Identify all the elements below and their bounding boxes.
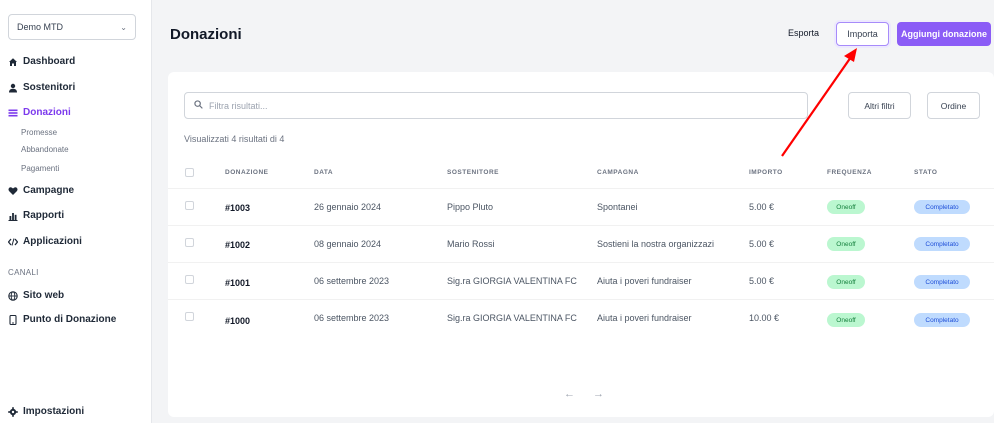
- status-badge: Completato: [914, 313, 970, 327]
- sidebar-item-label: Rapporti: [23, 210, 65, 221]
- status-badge: Completato: [914, 200, 970, 214]
- search-icon: [194, 99, 203, 112]
- next-page-button[interactable]: →: [593, 388, 604, 400]
- row-checkbox[interactable]: [185, 238, 194, 247]
- sidebar: Demo MTD ⌄ Dashboard Sostenitori Donazio…: [0, 0, 152, 423]
- prev-page-button[interactable]: ←: [564, 388, 575, 400]
- sidebar-item-label: Campagne: [23, 185, 75, 196]
- donations-card: Filtra risultati... Altri filtri Ordine …: [168, 72, 994, 417]
- status-badge: Completato: [914, 275, 970, 289]
- export-button[interactable]: Esporta: [788, 28, 819, 38]
- column-header-frequenza[interactable]: FREQUENZA: [827, 169, 872, 176]
- column-header-importo[interactable]: IMPORTO: [749, 169, 783, 176]
- sidebar-item-applicazioni[interactable]: Applicazioni: [8, 236, 82, 247]
- donation-supporter: Pippo Pluto: [447, 202, 494, 212]
- sidebar-item-rapporti[interactable]: Rapporti: [8, 210, 64, 221]
- sidebar-item-sito-web[interactable]: Sito web: [8, 290, 64, 301]
- donation-id[interactable]: #1001: [225, 278, 250, 288]
- mobile-icon: [8, 314, 18, 325]
- donation-campaign: Aiuta i poveri fundraiser: [597, 313, 692, 323]
- donation-amount: 5.00 €: [749, 276, 775, 286]
- order-button[interactable]: Ordine: [927, 92, 980, 119]
- row-checkbox[interactable]: [185, 201, 194, 210]
- donation-amount: 5.00 €: [749, 239, 775, 249]
- gear-icon: [8, 406, 18, 417]
- chevron-down-icon: ⌄: [120, 22, 127, 32]
- column-header-stato[interactable]: STATO: [914, 169, 937, 176]
- table-row[interactable]: #1000 06 settembre 2023 Sig.ra GIORGIA V…: [168, 299, 994, 336]
- import-button[interactable]: Importa: [836, 22, 889, 46]
- donation-id[interactable]: #1003: [225, 203, 250, 213]
- organization-select[interactable]: Demo MTD ⌄: [8, 14, 136, 40]
- sidebar-item-label: Applicazioni: [23, 236, 82, 247]
- donation-campaign: Spontanei: [597, 202, 638, 212]
- more-filters-button[interactable]: Altri filtri: [848, 92, 911, 119]
- sidebar-subitem-abbandonate[interactable]: Abbandonate: [21, 145, 69, 154]
- search-placeholder: Filtra risultati...: [209, 100, 268, 111]
- page-title: Donazioni: [170, 26, 242, 43]
- sidebar-item-campagne[interactable]: Campagne: [8, 185, 74, 196]
- code-icon: [8, 237, 18, 247]
- sidebar-item-dashboard[interactable]: Dashboard: [8, 56, 75, 67]
- add-donation-button[interactable]: Aggiungi donazione: [897, 22, 991, 46]
- frequency-badge: Oneoff: [827, 237, 865, 251]
- donation-campaign: Sostieni la nostra organizzazi: [597, 239, 715, 249]
- home-icon: [8, 57, 18, 67]
- frequency-badge: Oneoff: [827, 200, 865, 214]
- bar-chart-icon: [8, 211, 18, 221]
- column-header-data[interactable]: DATA: [314, 169, 333, 176]
- table-row[interactable]: #1003 26 gennaio 2024 Pippo Pluto Sponta…: [168, 188, 994, 225]
- select-all-checkbox[interactable]: [185, 168, 194, 177]
- heart-icon: [8, 186, 18, 196]
- table-row[interactable]: #1002 08 gennaio 2024 Mario Rossi Sostie…: [168, 225, 994, 262]
- sidebar-item-impostazioni[interactable]: Impostazioni: [8, 406, 84, 417]
- sidebar-subitem-promesse[interactable]: Promesse: [21, 128, 57, 137]
- table-row[interactable]: #1001 06 settembre 2023 Sig.ra GIORGIA V…: [168, 262, 994, 299]
- donation-campaign: Aiuta i poveri fundraiser: [597, 276, 692, 286]
- sidebar-item-label: Dashboard: [23, 56, 76, 67]
- results-count: Visualizzati 4 risultati di 4: [184, 134, 285, 144]
- donation-id[interactable]: #1000: [225, 316, 250, 326]
- frequency-badge: Oneoff: [827, 275, 865, 289]
- list-icon: [8, 108, 18, 118]
- donation-amount: 10.00 €: [749, 313, 780, 323]
- sidebar-item-donazioni[interactable]: Donazioni: [8, 107, 71, 118]
- sidebar-item-label: Sostenitori: [23, 82, 76, 93]
- donation-date: 08 gennaio 2024: [314, 239, 382, 249]
- sidebar-item-label: Impostazioni: [23, 406, 85, 417]
- status-badge: Completato: [914, 237, 970, 251]
- frequency-badge: Oneoff: [827, 313, 865, 327]
- donation-supporter: Mario Rossi: [447, 239, 495, 249]
- column-header-sostenitore[interactable]: SOSTENITORE: [447, 169, 499, 176]
- row-checkbox[interactable]: [185, 275, 194, 284]
- sidebar-item-label: Donazioni: [23, 107, 71, 118]
- donation-supporter: Sig.ra GIORGIA VALENTINA FC: [447, 313, 577, 323]
- row-checkbox[interactable]: [185, 312, 194, 321]
- user-icon: [8, 83, 18, 93]
- donation-id[interactable]: #1002: [225, 240, 250, 250]
- sidebar-subitem-pagamenti[interactable]: Pagamenti: [21, 164, 59, 173]
- organization-select-value: Demo MTD: [17, 22, 64, 32]
- column-header-campagna[interactable]: CAMPAGNA: [597, 169, 639, 176]
- donation-date: 06 settembre 2023: [314, 313, 390, 323]
- donation-date: 26 gennaio 2024: [314, 202, 382, 212]
- table-header: DONAZIONE DATA SOSTENITORE CAMPAGNA IMPO…: [168, 164, 994, 182]
- sidebar-item-label: Sito web: [23, 290, 65, 301]
- globe-icon: [8, 290, 18, 301]
- canali-section-label: CANALI: [8, 268, 39, 277]
- sidebar-item-sostenitori[interactable]: Sostenitori: [8, 82, 75, 93]
- donation-supporter: Sig.ra GIORGIA VALENTINA FC: [447, 276, 577, 286]
- sidebar-item-label: Punto di Donazione: [23, 314, 117, 325]
- column-header-donazione[interactable]: DONAZIONE: [225, 169, 269, 176]
- donation-date: 06 settembre 2023: [314, 276, 390, 286]
- sidebar-item-punto-donazione[interactable]: Punto di Donazione: [8, 314, 116, 325]
- filter-search-input[interactable]: Filtra risultati...: [184, 92, 808, 119]
- donation-amount: 5.00 €: [749, 202, 775, 212]
